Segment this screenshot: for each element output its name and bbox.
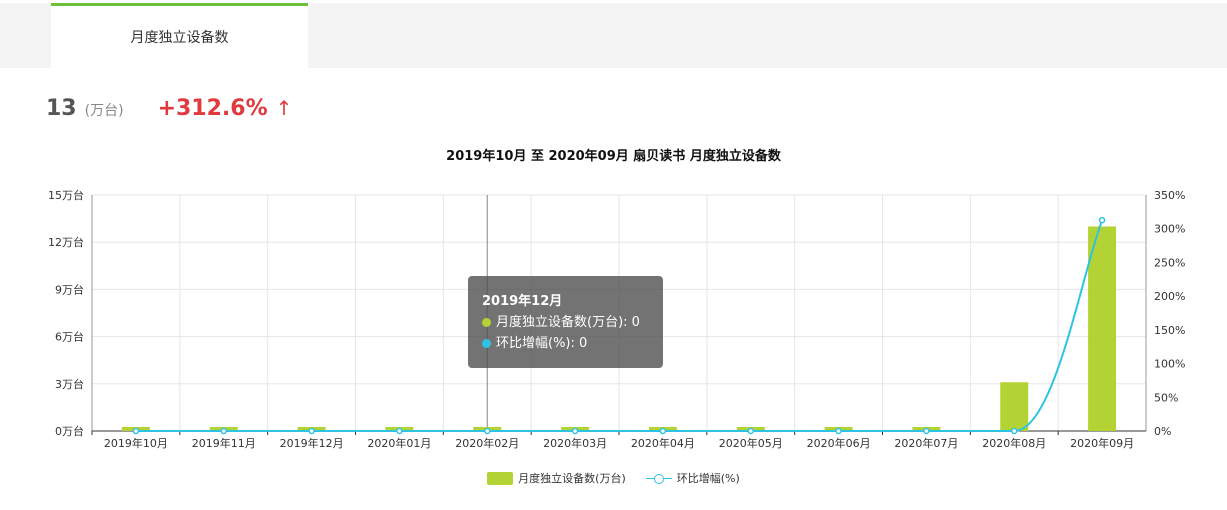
y-right-tick-label: 0% [1154,425,1171,438]
line-point [1011,427,1018,435]
bar [1000,382,1029,431]
legend-label: 月度独立设备数(万台) [518,472,626,485]
tooltip-dot [482,339,491,348]
legend-label: 环比增幅(%) [676,472,740,485]
y-right-tick-label: 100% [1154,358,1185,371]
y-left-tick-label: 0万台 [55,424,84,438]
y-left-tick-label: 3万台 [55,377,84,391]
y-left-tick-label: 15万台 [48,188,84,202]
line-point [923,427,930,435]
y-left-tick-label: 12万台 [48,235,84,249]
y-right-tick-label: 200% [1154,290,1185,303]
chart-tooltip: 2019年12月 月度独立设备数(万台): 0 环比增幅(%): 0 [468,276,663,368]
line-point [747,427,754,435]
line-point [396,427,403,435]
y-right-tick-label: 300% [1154,223,1185,236]
line-point [220,427,227,435]
combo-chart[interactable]: 0万台 3万台 6万台 9万台 12万台 15万台 0% 50% 100% 150% 200% 250… [0,0,1227,470]
line-swatch-icon [645,472,672,485]
x-tick-label: 2019年12月 [280,436,344,450]
x-tick-label: 2020年03月 [543,436,607,450]
x-tick-label: 2019年10月 [104,436,168,450]
y-right-tick-label: 350% [1154,189,1185,202]
x-tick-label: 2020年06月 [807,436,871,450]
bar-swatch-icon [487,471,514,485]
y-left-tick-label: 9万台 [55,282,84,296]
y-right-tick-label: 250% [1154,256,1185,269]
line-point [571,427,579,435]
x-tick-label: 2020年05月 [719,436,783,450]
tooltip-dot [482,318,491,327]
x-tick-label: 2020年09月 [1070,436,1134,450]
tooltip-row-label: 月度独立设备数(万台): 0 [496,315,640,330]
legend-item-growth[interactable]: 环比增幅(%) [645,470,740,486]
line-point [835,427,842,435]
x-tick-label: 2020年01月 [367,436,431,450]
line-point [132,427,140,435]
y-left-tick-label: 6万台 [55,330,84,344]
line-point [659,427,667,435]
chart-legend: 月度独立设备数(万台) 环比增幅(%) [0,470,1227,486]
y-right-tick-label: 50% [1154,391,1178,404]
tooltip-row-label: 环比增幅(%): 0 [496,336,588,351]
x-tick-label: 2020年02月 [455,436,519,450]
line-point [1098,216,1106,224]
x-tick-label: 2020年07月 [894,436,958,450]
x-tick-label: 2019年11月 [192,436,256,450]
bar [1088,226,1117,431]
y-right-tick-label: 150% [1154,324,1185,337]
tooltip-row-devices: 月度独立设备数(万台): 0 [482,312,649,333]
legend-item-devices[interactable]: 月度独立设备数(万台) [487,470,626,486]
x-tick-label: 2020年08月 [982,436,1046,450]
tooltip-row-growth: 环比增幅(%): 0 [482,333,649,354]
line-point [484,427,491,435]
x-tick-label: 2020年04月 [631,436,695,450]
line-point [308,427,315,435]
tooltip-title: 2019年12月 [482,294,563,309]
